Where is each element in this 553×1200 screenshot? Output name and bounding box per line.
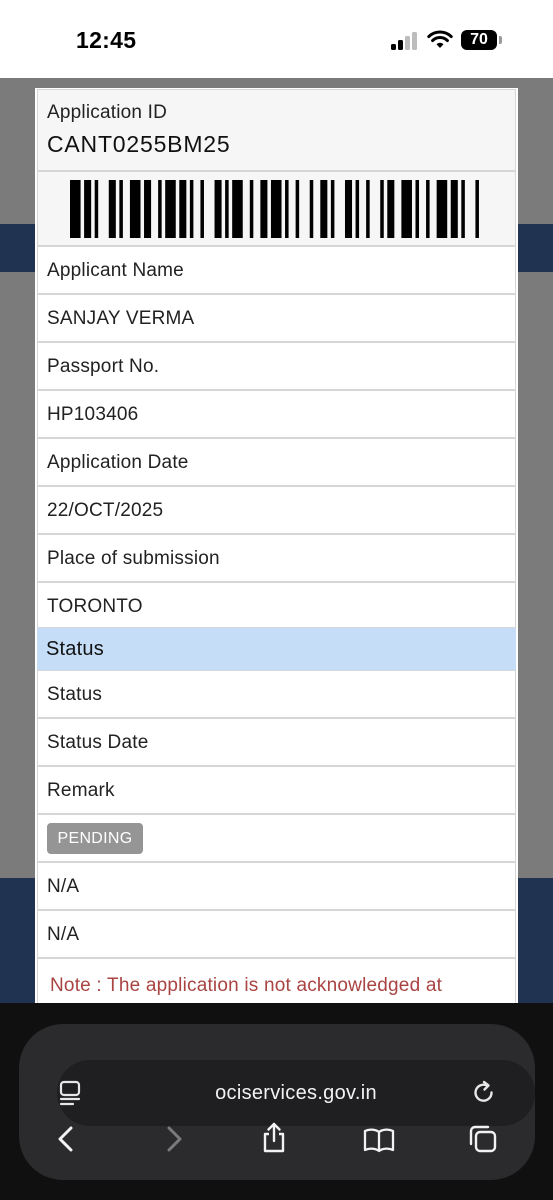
- applicant-name-label: Applicant Name: [47, 260, 184, 281]
- application-date-label-row: Application Date: [37, 438, 516, 486]
- application-date-label: Application Date: [47, 452, 189, 473]
- status-bar: 12:45 70: [0, 0, 553, 78]
- application-date-value: 22/OCT/2025: [47, 500, 164, 521]
- note-text: Note : The application is not acknowledg…: [50, 975, 443, 996]
- browser-toolbar-panel: ociservices.gov.in: [19, 1024, 535, 1180]
- status-date-value: N/A: [47, 876, 80, 897]
- forward-icon[interactable]: [156, 1122, 190, 1156]
- applicant-name-value-row: SANJAY VERMA: [37, 294, 516, 342]
- application-date-value-row: 22/OCT/2025: [37, 486, 516, 534]
- bookmarks-icon[interactable]: [362, 1123, 396, 1157]
- battery-cap: [499, 36, 502, 44]
- passport-value: HP103406: [47, 404, 139, 425]
- tabs-icon[interactable]: [466, 1122, 500, 1156]
- application-id-value: CANT0255BM25: [47, 131, 231, 157]
- cellular-signal-icon: [391, 32, 421, 50]
- submission-place-label-row: Place of submission: [37, 534, 516, 582]
- submission-place-value-row: TORONTO: [37, 582, 516, 628]
- submission-place-value: TORONTO: [47, 596, 143, 617]
- barcode-image: [70, 180, 479, 238]
- passport-value-row: HP103406: [37, 390, 516, 438]
- status-label: Status: [47, 684, 103, 705]
- passport-label: Passport No.: [47, 356, 160, 377]
- applicant-name-label-row: Applicant Name: [37, 246, 516, 294]
- remark-value: N/A: [47, 924, 80, 945]
- status-section-title: Status: [46, 638, 104, 660]
- url-text[interactable]: ociservices.gov.in: [57, 1082, 535, 1105]
- application-status-modal: Application ID CANT0255BM25 Applicant Na…: [35, 88, 518, 1003]
- remark-label: Remark: [47, 780, 115, 801]
- browser-toolbar: ociservices.gov.in: [0, 1003, 553, 1200]
- status-badge: PENDING: [47, 823, 143, 854]
- status-date-label-row: Status Date: [37, 718, 516, 766]
- battery-icon: 70: [461, 30, 497, 50]
- status-date-label: Status Date: [47, 732, 149, 753]
- address-bar[interactable]: ociservices.gov.in: [57, 1060, 535, 1126]
- page-menu-icon[interactable]: [53, 1076, 87, 1110]
- note-row: Note : The application is not acknowledg…: [37, 958, 516, 1003]
- status-value-row: PENDING: [37, 814, 516, 862]
- submission-place-label: Place of submission: [47, 548, 220, 569]
- clock-time: 12:45: [76, 27, 137, 53]
- application-id-label: Application ID: [47, 102, 168, 123]
- reload-icon[interactable]: [467, 1076, 501, 1110]
- remark-label-row: Remark: [37, 766, 516, 814]
- back-icon[interactable]: [50, 1122, 84, 1156]
- remark-value-row: N/A: [37, 910, 516, 958]
- wifi-icon: [427, 30, 453, 48]
- status-section-header: Status: [37, 628, 516, 670]
- passport-label-row: Passport No.: [37, 342, 516, 390]
- application-id-cell: Application ID CANT0255BM25: [37, 89, 516, 171]
- status-label-row: Status: [37, 670, 516, 718]
- share-icon[interactable]: [257, 1121, 291, 1155]
- status-date-value-row: N/A: [37, 862, 516, 910]
- barcode-cell: [37, 171, 516, 246]
- applicant-name-value: SANJAY VERMA: [47, 308, 195, 329]
